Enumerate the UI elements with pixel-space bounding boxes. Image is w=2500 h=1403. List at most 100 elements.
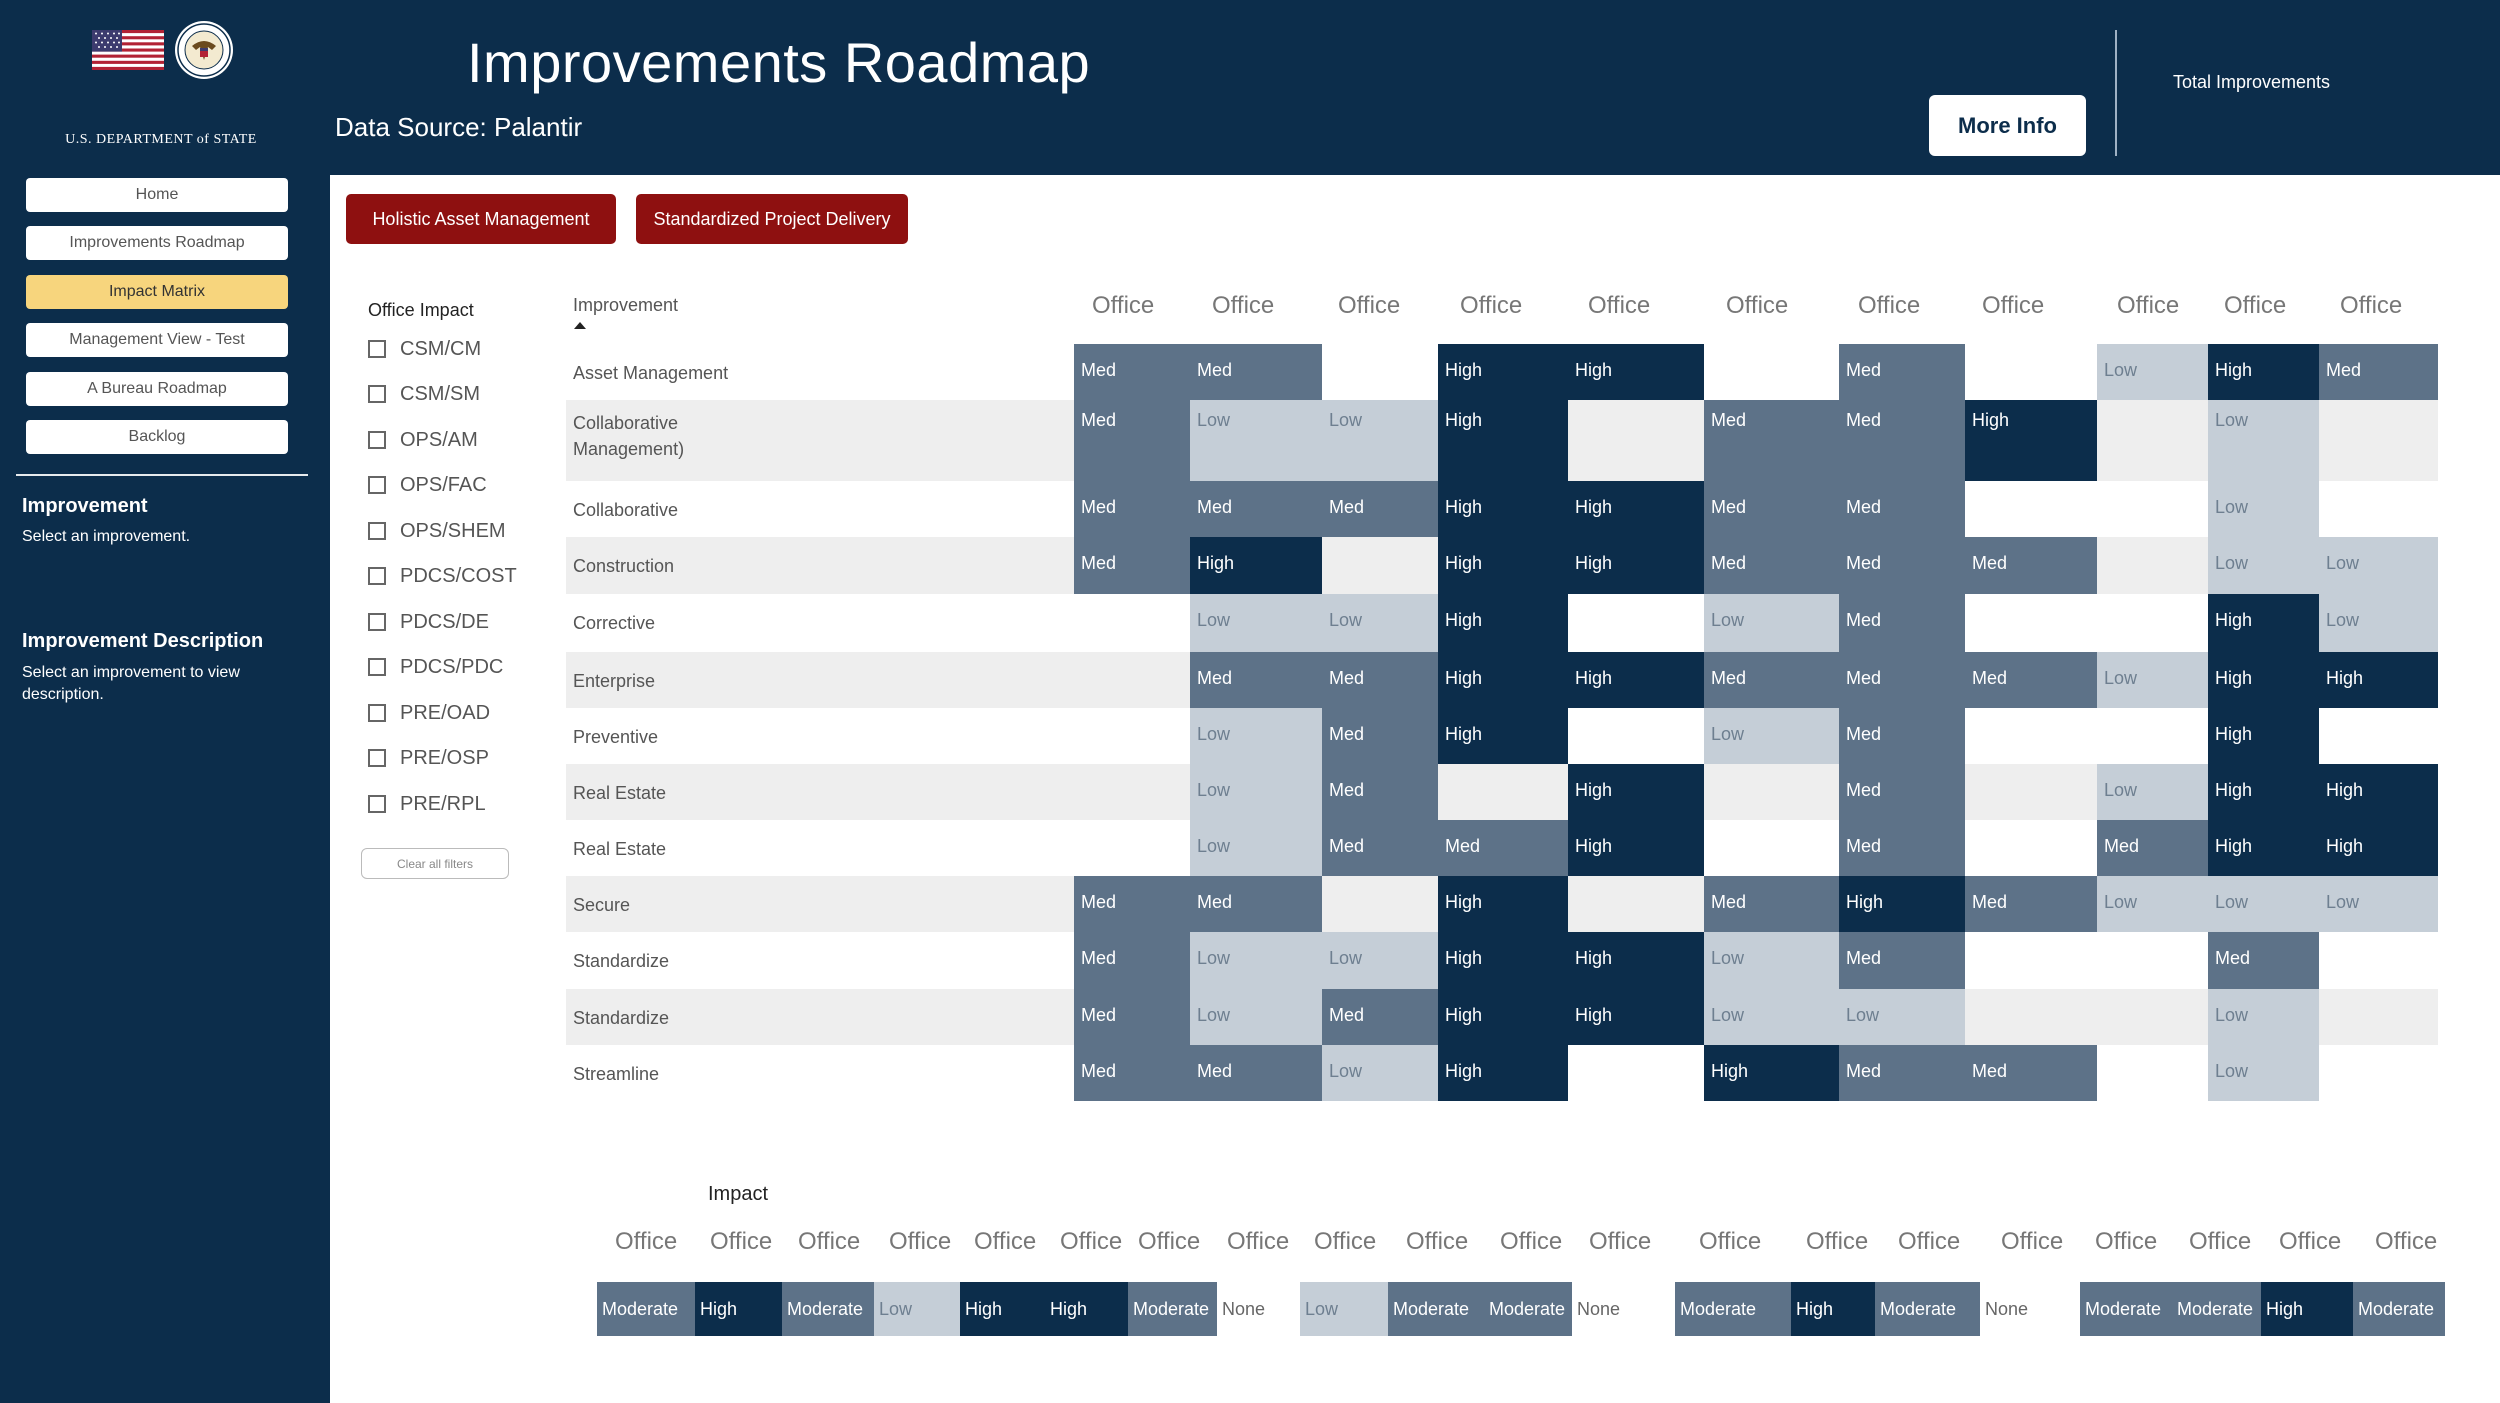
- matrix-cell[interactable]: [1568, 594, 1704, 652]
- matrix-cell[interactable]: [1322, 344, 1438, 400]
- matrix-cell[interactable]: Med: [1190, 876, 1322, 932]
- office-column-header[interactable]: Office: [1460, 292, 1522, 320]
- matrix-cell[interactable]: High: [1438, 1045, 1568, 1101]
- filter-option[interactable]: OPS/AM: [368, 426, 478, 454]
- matrix-cell[interactable]: [1704, 820, 1839, 876]
- matrix-cell[interactable]: Med: [1322, 481, 1438, 537]
- matrix-cell[interactable]: Low: [1322, 932, 1438, 989]
- matrix-cell[interactable]: Low: [1704, 594, 1839, 652]
- impact-column-header[interactable]: Office: [1589, 1228, 1651, 1256]
- matrix-cell[interactable]: Med: [1074, 932, 1190, 989]
- impact-column-header[interactable]: Office: [615, 1228, 677, 1256]
- impact-cell[interactable]: None: [1572, 1282, 1659, 1336]
- matrix-cell[interactable]: Med: [1965, 652, 2097, 708]
- matrix-cell[interactable]: [2097, 537, 2208, 594]
- matrix-cell[interactable]: High: [2319, 820, 2438, 876]
- matrix-cell[interactable]: Low: [1190, 708, 1322, 764]
- matrix-cell[interactable]: High: [1568, 652, 1704, 708]
- filter-option[interactable]: PRE/OSP: [368, 744, 489, 772]
- filter-option[interactable]: CSM/CM: [368, 335, 481, 363]
- matrix-cell[interactable]: High: [1839, 876, 1965, 932]
- matrix-cell[interactable]: Low: [1190, 594, 1322, 652]
- matrix-cell[interactable]: Med: [1322, 764, 1438, 820]
- nav-improvements-roadmap-button[interactable]: Improvements Roadmap: [26, 226, 288, 260]
- office-column-header[interactable]: Office: [1858, 292, 1920, 320]
- checkbox-icon[interactable]: [368, 795, 386, 813]
- row-label[interactable]: Collaborative: [573, 497, 873, 523]
- table-row[interactable]: Standardize Med Low Low High High Low Med Med: [566, 932, 2438, 989]
- row-label[interactable]: Standardize: [573, 948, 873, 974]
- impact-cell[interactable]: Moderate: [1128, 1282, 1217, 1336]
- matrix-cell[interactable]: [1965, 708, 2097, 764]
- impact-cell[interactable]: Low: [874, 1282, 960, 1336]
- sort-ascending-icon[interactable]: [574, 322, 586, 329]
- impact-column-header[interactable]: Office: [1060, 1228, 1122, 1256]
- impact-cell[interactable]: None: [1217, 1282, 1300, 1336]
- matrix-cell[interactable]: High: [2208, 708, 2319, 764]
- table-row[interactable]: Construction Med High High High Med Med Med Low L…: [566, 537, 2438, 594]
- matrix-cell[interactable]: Med: [1074, 481, 1190, 537]
- matrix-cell[interactable]: Med: [1322, 820, 1438, 876]
- matrix-cell[interactable]: Low: [2097, 344, 2208, 400]
- matrix-cell[interactable]: Med: [1839, 1045, 1965, 1101]
- matrix-cell[interactable]: Low: [2097, 652, 2208, 708]
- matrix-cell[interactable]: High: [1568, 344, 1704, 400]
- table-row[interactable]: Preventive Low Med High Low Med High: [566, 708, 2438, 764]
- matrix-cell[interactable]: [1965, 594, 2097, 652]
- checkbox-icon[interactable]: [368, 704, 386, 722]
- impact-cell[interactable]: None: [1980, 1282, 2080, 1336]
- office-column-header[interactable]: Office: [1588, 292, 1650, 320]
- matrix-cell[interactable]: [1965, 989, 2097, 1045]
- matrix-cell[interactable]: Med: [1190, 344, 1322, 400]
- matrix-cell[interactable]: Med: [1965, 876, 2097, 932]
- matrix-cell[interactable]: [1965, 344, 2097, 400]
- impact-column-header[interactable]: Office: [889, 1228, 951, 1256]
- matrix-cell[interactable]: High: [1438, 932, 1568, 989]
- matrix-cell[interactable]: Med: [1839, 764, 1965, 820]
- matrix-cell[interactable]: Med: [1074, 344, 1190, 400]
- impact-column-header[interactable]: Office: [1314, 1228, 1376, 1256]
- row-label[interactable]: Enterprise: [573, 668, 873, 694]
- table-row[interactable]: Corrective Low Low High Low Med High Low: [566, 594, 2438, 652]
- impact-column-header[interactable]: Office: [2279, 1228, 2341, 1256]
- matrix-cell[interactable]: [2097, 989, 2208, 1045]
- matrix-cell[interactable]: High: [1568, 932, 1704, 989]
- table-row[interactable]: Standardize Med Low Med High High Low Low Low: [566, 989, 2438, 1045]
- matrix-cell[interactable]: Med: [1839, 652, 1965, 708]
- matrix-cell[interactable]: Med: [1839, 594, 1965, 652]
- matrix-cell[interactable]: [2319, 932, 2438, 989]
- matrix-cell[interactable]: [1965, 481, 2097, 537]
- matrix-cell[interactable]: [1322, 537, 1438, 594]
- impact-column-header[interactable]: Office: [798, 1228, 860, 1256]
- impact-cell[interactable]: Moderate: [1484, 1282, 1572, 1336]
- matrix-cell[interactable]: High: [1438, 708, 1568, 764]
- table-row[interactable]: Real Estate Low Med High Med Low High High: [566, 764, 2438, 820]
- table-row[interactable]: Streamline Med Med Low High High Med Med Low: [566, 1045, 2438, 1101]
- impact-cell[interactable]: Moderate: [1388, 1282, 1484, 1336]
- nav-home-button[interactable]: Home: [26, 178, 288, 212]
- matrix-cell[interactable]: Med: [1839, 481, 1965, 537]
- matrix-cell[interactable]: High: [2208, 344, 2319, 400]
- impact-cell[interactable]: High: [2261, 1282, 2353, 1336]
- matrix-cell[interactable]: Med: [1322, 989, 1438, 1045]
- matrix-cell[interactable]: [1322, 876, 1438, 932]
- office-column-header[interactable]: Office: [2224, 292, 2286, 320]
- table-row[interactable]: Collaborative Management) Med Low Low High Me…: [566, 400, 2438, 481]
- row-label[interactable]: Asset Management: [573, 360, 873, 386]
- office-column-header[interactable]: Office: [1338, 292, 1400, 320]
- matrix-cell[interactable]: Med: [1839, 344, 1965, 400]
- checkbox-icon[interactable]: [368, 431, 386, 449]
- filter-option[interactable]: PDCS/COST: [368, 562, 517, 590]
- impact-cell[interactable]: Moderate: [1875, 1282, 1980, 1336]
- checkbox-icon[interactable]: [368, 385, 386, 403]
- matrix-cell[interactable]: [1438, 764, 1568, 820]
- matrix-cell[interactable]: Med: [1190, 1045, 1322, 1101]
- office-column-header[interactable]: Office: [1982, 292, 2044, 320]
- matrix-cell[interactable]: Low: [2097, 764, 2208, 820]
- impact-column-header[interactable]: Office: [2375, 1228, 2437, 1256]
- table-row[interactable]: Asset Management Med Med High High Med Low High…: [566, 344, 2438, 400]
- matrix-cell[interactable]: Med: [1839, 820, 1965, 876]
- matrix-cell[interactable]: [1074, 708, 1190, 764]
- matrix-cell[interactable]: High: [2208, 820, 2319, 876]
- matrix-cell[interactable]: High: [1965, 400, 2097, 481]
